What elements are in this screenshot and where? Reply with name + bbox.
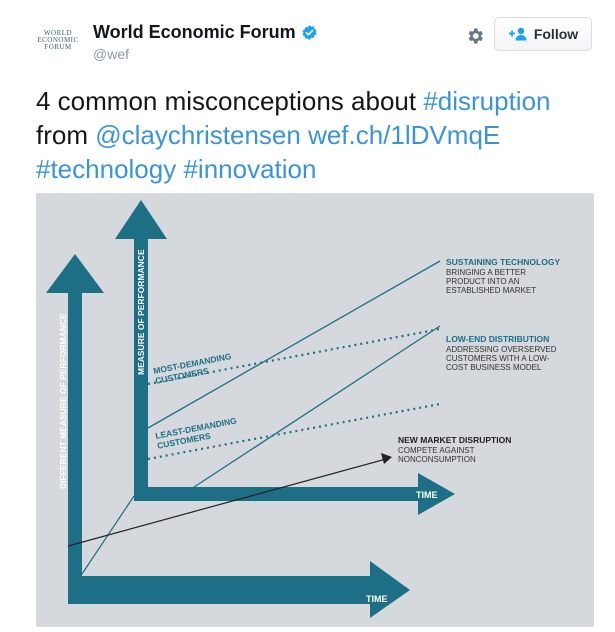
hashtag-disruption-link[interactable]: #disruption: [423, 86, 550, 116]
outer-y-axis-label: DIFFERENT MEASURE OF PERFORMANCE: [58, 313, 68, 489]
tweet-text-part: from: [36, 120, 96, 150]
hashtag-technology-link[interactable]: #technology: [36, 154, 176, 184]
new-market-disruption-line: [67, 458, 387, 547]
display-name[interactable]: World Economic Forum: [93, 22, 296, 43]
sustaining-technology-line: [147, 260, 441, 429]
verified-badge-icon: [302, 25, 317, 40]
sustaining-technology-annotation: SUSTAINING TECHNOLOGY BRINGING A BETTER …: [446, 257, 560, 295]
lowend-desc-3: COST BUSINESS MODEL: [446, 363, 542, 372]
follow-button[interactable]: Follow: [494, 17, 592, 51]
sustaining-desc-2: PRODUCT INTO AN: [446, 277, 520, 286]
follow-label: Follow: [533, 26, 579, 42]
hashtag-innovation-link[interactable]: #innovation: [183, 154, 316, 184]
sustaining-desc-3: ESTABLISHED MARKET: [446, 286, 536, 295]
outer-y-axis-arrow: [46, 254, 104, 590]
newmarket-title: NEW MARKET DISRUPTION: [398, 435, 511, 445]
new-market-arrowhead: [381, 453, 392, 464]
lowend-desc-1: ADDRESSING OVERSERVED: [446, 345, 557, 354]
least-demanding-label: LEAST-DEMANDING CUSTOMERS: [154, 415, 237, 450]
lowend-title: LOW-END DISTRIBUTION: [446, 334, 549, 344]
outer-x-axis-arrow: [68, 561, 410, 618]
tweet-header: WORLD ECONOMIC FORUM World Economic Foru…: [0, 0, 615, 80]
inner-y-axis-label: MEASURE OF PERFORMANCE: [136, 249, 146, 375]
sustaining-title: SUSTAINING TECHNOLOGY: [446, 257, 560, 267]
outer-origin-line: [73, 495, 135, 587]
disruption-diagram: DIFFERENT MEASURE OF PERFORMANCE MEASURE…: [46, 200, 560, 618]
newmarket-desc-1: COMPETE AGAINST: [398, 446, 475, 455]
low-end-distribution-annotation: LOW-END DISTRIBUTION ADDRESSING OVERSERV…: [446, 334, 557, 372]
lowend-desc-2: CUSTOMERS WITH A LOW-: [446, 354, 550, 363]
gear-icon[interactable]: [465, 26, 485, 46]
add-user-icon: [508, 27, 527, 41]
url-link[interactable]: wef.ch/1lDVmqE: [308, 120, 500, 150]
avatar-logo-text: WORLD ECONOMIC FORUM: [37, 28, 79, 51]
avatar[interactable]: WORLD ECONOMIC FORUM: [36, 18, 80, 62]
tweet-media-image[interactable]: DIFFERENT MEASURE OF PERFORMANCE MEASURE…: [36, 193, 594, 627]
user-handle[interactable]: @wef: [93, 46, 129, 62]
outer-x-axis-label: TIME: [366, 594, 388, 604]
tweet-text: 4 common misconceptions about #disruptio…: [36, 84, 601, 186]
sustaining-desc-1: BRINGING A BETTER: [446, 268, 526, 277]
inner-x-axis-label: TIME: [416, 490, 438, 500]
name-row: World Economic Forum: [93, 22, 318, 43]
tweet-text-part: 4 common misconceptions about: [36, 86, 424, 116]
mention-link[interactable]: @claychristensen: [95, 120, 301, 150]
most-demanding-label: MOST-DEMANDING CUSTOMERS: [152, 351, 232, 386]
low-end-distribution-line: [187, 325, 441, 492]
new-market-disruption-annotation: NEW MARKET DISRUPTION COMPETE AGAINST NO…: [398, 435, 511, 464]
newmarket-desc-2: NONCONSUMPTION: [398, 455, 476, 464]
inner-x-axis-arrow: [134, 473, 455, 515]
